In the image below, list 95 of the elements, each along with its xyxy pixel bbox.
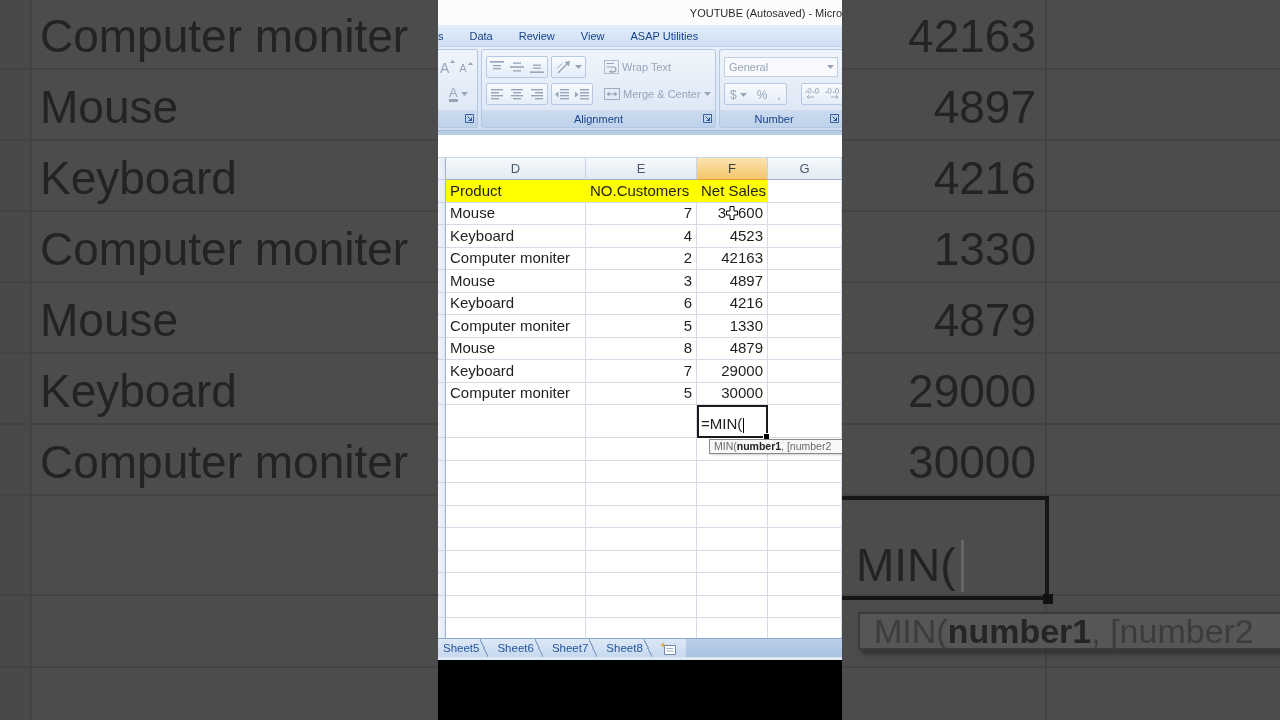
sales-value: 4879 — [697, 337, 768, 360]
customer-count: 7 — [586, 360, 697, 383]
row-header[interactable] — [438, 202, 446, 225]
diagonal-arrow-icon — [556, 60, 572, 74]
customer-count: 5 — [586, 382, 697, 405]
cross-cursor-icon — [725, 206, 738, 221]
row-header[interactable] — [438, 528, 446, 551]
product-name: Keyboard — [446, 225, 586, 248]
new-sheet-icon[interactable] — [659, 641, 676, 655]
empty-cell — [697, 483, 768, 506]
sales-value: 29000 — [697, 360, 768, 383]
caret-icon[interactable] — [575, 65, 582, 69]
customer-count: 2 — [586, 247, 697, 270]
cell-editor-field[interactable]: =MIN( — [697, 405, 768, 438]
product-name: Computer moniter — [446, 382, 586, 405]
row-header[interactable] — [438, 460, 446, 483]
row-header[interactable] — [438, 315, 446, 338]
up-caret-icon — [450, 60, 456, 63]
product-name: Mouse — [446, 270, 586, 293]
row-header[interactable] — [438, 337, 446, 360]
empty-cell — [697, 528, 768, 551]
product-name: Mouse — [446, 337, 586, 360]
sales-value: 4523 — [697, 225, 768, 248]
column-header[interactable]: E — [586, 158, 697, 180]
decrease-indent-icon[interactable] — [555, 88, 569, 100]
sales-value: 600 — [737, 204, 763, 223]
group-label: Number — [754, 112, 794, 125]
row-header[interactable] — [438, 405, 446, 438]
empty-cell — [697, 460, 768, 483]
wrap-text-icon — [604, 60, 619, 74]
row-header[interactable] — [438, 595, 446, 618]
empty-cell — [697, 573, 768, 596]
column-title: NO.Customers — [586, 180, 697, 203]
caret-icon[interactable] — [827, 65, 834, 69]
row-header[interactable] — [438, 438, 446, 461]
window-title: YOUTUBE (Autosaved) - Micro — [689, 6, 842, 19]
sales-value: 1330 — [697, 315, 768, 338]
sales-value: 42163 — [697, 247, 768, 270]
align-left-icon[interactable] — [491, 88, 503, 100]
product-name: Computer moniter — [446, 315, 586, 338]
empty-cell — [697, 595, 768, 618]
row-header[interactable] — [438, 270, 446, 293]
align-center-icon[interactable] — [511, 88, 523, 100]
row-header[interactable] — [438, 483, 446, 506]
group-label: Alignment — [574, 112, 623, 125]
column-title: Product — [446, 180, 586, 203]
product-name: Computer moniter — [446, 247, 586, 270]
sales-value: 4897 — [697, 270, 768, 293]
column-header[interactable]: D — [446, 158, 586, 180]
customer-count: 6 — [586, 292, 697, 315]
row-header[interactable] — [438, 382, 446, 405]
row-header[interactable] — [438, 573, 446, 596]
customer-count: 3 — [586, 270, 697, 293]
column-header[interactable]: G — [768, 158, 842, 180]
sheet-tab[interactable]: Sheet5 — [438, 639, 489, 657]
increase-indent-icon[interactable] — [575, 88, 589, 100]
customer-count: 8 — [586, 337, 697, 360]
row-header[interactable] — [438, 505, 446, 528]
customer-count: 5 — [586, 315, 697, 338]
row-header[interactable] — [438, 225, 446, 248]
product-name: Keyboard — [446, 360, 586, 383]
row-header[interactable] — [438, 550, 446, 573]
sheet-tab[interactable]: Sheet8 — [597, 639, 652, 657]
sales-value: 3 — [717, 204, 726, 223]
function-tooltip: MIN(number1, [number2 — [709, 439, 842, 454]
row-header[interactable] — [438, 247, 446, 270]
customer-count: 7 — [586, 202, 697, 225]
middle-align-icon[interactable] — [510, 61, 524, 73]
up-caret-icon — [467, 62, 473, 65]
merge-cells-icon — [604, 88, 620, 100]
caret-icon[interactable] — [739, 93, 747, 97]
product-name: Keyboard — [446, 292, 586, 315]
row-header[interactable] — [438, 292, 446, 315]
caret-icon[interactable] — [460, 92, 468, 96]
column-title: Net Sales — [697, 180, 768, 203]
formula-bar[interactable] — [438, 131, 842, 158]
product-name: Mouse — [446, 202, 586, 225]
row-header[interactable] — [438, 180, 446, 203]
sales-value: 30000 — [697, 382, 768, 405]
caret-icon[interactable] — [703, 92, 711, 96]
increase-decimal-icon[interactable] — [804, 88, 820, 100]
select-all-corner[interactable] — [438, 158, 446, 180]
sheet-tab[interactable]: Sheet7 — [542, 639, 598, 657]
fill-handle — [1043, 594, 1053, 604]
row-header[interactable] — [438, 360, 446, 383]
align-right-icon[interactable] — [531, 88, 543, 100]
empty-cell — [697, 505, 768, 528]
sales-value: 4216 — [697, 292, 768, 315]
sheet-tab[interactable]: Sheet6 — [488, 639, 543, 657]
empty-cell — [697, 550, 768, 573]
customer-count: 4 — [586, 225, 697, 248]
column-header[interactable]: F — [697, 158, 768, 180]
row-header[interactable] — [438, 618, 446, 638]
text-cursor-icon — [743, 418, 745, 433]
decrease-decimal-icon[interactable] — [824, 88, 840, 100]
